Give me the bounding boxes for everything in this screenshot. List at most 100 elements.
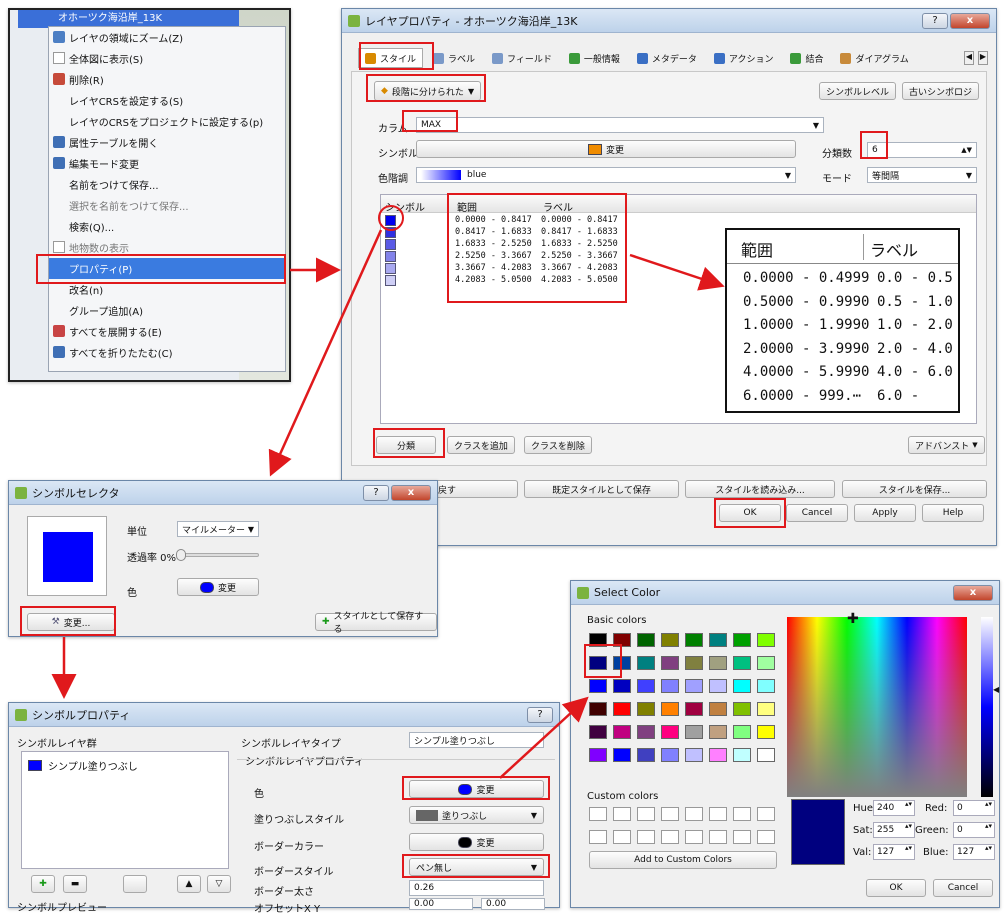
tab-scroll-left-icon[interactable]: ◀ — [964, 51, 974, 65]
basic-color-cell[interactable] — [637, 656, 655, 670]
column-select[interactable]: MAX ▼ — [416, 117, 824, 133]
menu-item[interactable]: グループ追加(A) — [49, 300, 285, 321]
custom-color-cell[interactable] — [613, 807, 631, 821]
custom-color-cell[interactable] — [733, 807, 751, 821]
basic-color-cell[interactable] — [685, 748, 703, 762]
basic-color-cell[interactable] — [685, 725, 703, 739]
basic-color-cell[interactable] — [709, 725, 727, 739]
add-custom-colors-button[interactable]: Add to Custom Colors — [589, 851, 777, 869]
custom-color-cell[interactable] — [709, 830, 727, 844]
tab-metadata[interactable]: メタデータ — [630, 48, 704, 68]
classes-spinbox[interactable]: 6 ▲▼ — [867, 142, 977, 158]
close-button[interactable]: x — [953, 584, 993, 601]
green-spinbox[interactable]: 0 — [953, 822, 995, 838]
help-title-button[interactable]: ? — [527, 706, 553, 723]
lock-layer-button[interactable] — [123, 875, 147, 893]
custom-color-cell[interactable] — [637, 807, 655, 821]
menu-item[interactable]: レイヤCRSを設定する(S) — [49, 90, 285, 111]
tab-field[interactable]: フィールド — [485, 48, 559, 68]
tab-general[interactable]: 一般情報 — [562, 48, 627, 68]
delete-class-button[interactable]: クラスを削除 — [524, 436, 592, 454]
basic-color-cell[interactable] — [637, 633, 655, 647]
classify-button[interactable]: 分類 — [376, 436, 436, 454]
menu-item[interactable]: すべてを展開する(E) — [49, 321, 285, 342]
basic-color-cell[interactable] — [733, 702, 751, 716]
ok-button[interactable]: OK — [719, 504, 781, 522]
tab-style[interactable]: スタイル — [358, 48, 424, 68]
help-button[interactable]: Help — [922, 504, 984, 522]
value-slider[interactable] — [981, 617, 993, 797]
symbol-layer-item[interactable]: シンプル塗りつぶし — [28, 758, 138, 773]
save-style-button[interactable]: スタイルを保存... — [842, 480, 987, 498]
basic-color-cell[interactable] — [757, 679, 775, 693]
menu-item[interactable]: 名前をつけて保存... — [49, 174, 285, 195]
class-symbol-swatch[interactable] — [385, 275, 396, 286]
custom-color-cell[interactable] — [685, 830, 703, 844]
tab-diagram[interactable]: ダイアグラム — [833, 48, 915, 68]
basic-color-cell[interactable] — [637, 702, 655, 716]
basic-color-cell[interactable] — [589, 725, 607, 739]
basic-color-cell[interactable] — [709, 702, 727, 716]
menu-item[interactable]: 検索(Q)... — [49, 216, 285, 237]
move-up-button[interactable]: ▲ — [177, 875, 201, 893]
basic-color-cell[interactable] — [613, 702, 631, 716]
basic-color-cell[interactable] — [613, 633, 631, 647]
custom-color-cell[interactable] — [589, 807, 607, 821]
custom-color-cell[interactable] — [637, 830, 655, 844]
save-default-button[interactable]: 既定スタイルとして保存 — [524, 480, 679, 498]
fill-color-button[interactable]: 変更 — [409, 780, 544, 798]
load-style-button[interactable]: スタイルを読み込み... — [685, 480, 835, 498]
red-spinbox[interactable]: 0 — [953, 800, 995, 816]
menu-item[interactable]: すべてを折りたたむ(C) — [49, 342, 285, 363]
border-color-button[interactable]: 変更 — [409, 833, 544, 851]
tab-label[interactable]: ラベル — [426, 48, 482, 68]
basic-color-cell[interactable] — [733, 725, 751, 739]
basic-color-cell[interactable] — [733, 633, 751, 647]
color-cancel-button[interactable]: Cancel — [933, 879, 993, 897]
basic-color-cell[interactable] — [661, 679, 679, 693]
offset-x-spinbox[interactable]: 0.00 — [409, 898, 473, 910]
custom-color-cell[interactable] — [661, 830, 679, 844]
basic-color-cell[interactable] — [709, 748, 727, 762]
move-down-button[interactable]: ▽ — [207, 875, 231, 893]
menu-item[interactable]: 削除(R) — [49, 69, 285, 90]
basic-color-cell[interactable] — [637, 725, 655, 739]
menu-item[interactable]: プロパティ(P) — [49, 258, 285, 279]
basic-color-cell[interactable] — [661, 633, 679, 647]
basic-color-cell[interactable] — [589, 748, 607, 762]
apply-button[interactable]: Apply — [854, 504, 916, 522]
unit-select[interactable]: マイルメーター ▼ — [177, 521, 259, 537]
basic-color-cell[interactable] — [589, 656, 607, 670]
close-button[interactable]: x — [950, 12, 990, 29]
help-title-button[interactable]: ? — [922, 12, 948, 29]
basic-color-cell[interactable] — [757, 656, 775, 670]
basic-color-cell[interactable] — [685, 679, 703, 693]
advanced-button[interactable]: アドバンスト ▼ — [908, 436, 985, 454]
blue-spinbox[interactable]: 127 — [953, 844, 995, 860]
basic-color-cell[interactable] — [709, 633, 727, 647]
help-title-button[interactable]: ? — [363, 484, 389, 501]
class-symbol-swatch[interactable] — [385, 215, 396, 226]
hue-spinbox[interactable]: 240 — [873, 800, 915, 816]
menu-item[interactable]: 全体図に表示(S) — [49, 48, 285, 69]
renderer-select[interactable]: ◆ 段階に分けられた ▼ — [374, 81, 482, 101]
add-layer-button[interactable]: ✚ — [31, 875, 55, 893]
basic-color-cell[interactable] — [685, 633, 703, 647]
menu-item[interactable]: 編集モード変更 — [49, 153, 285, 174]
save-as-style-button[interactable]: ✚ スタイルとして保存する — [315, 612, 437, 635]
border-width-spinbox[interactable]: 0.26 — [409, 880, 544, 896]
basic-color-cell[interactable] — [637, 679, 655, 693]
basic-color-cell[interactable] — [613, 679, 631, 693]
basic-color-cell[interactable] — [757, 633, 775, 647]
layer-type-select[interactable]: シンプル塗りつぶし — [409, 732, 544, 748]
basic-color-cell[interactable] — [733, 748, 751, 762]
basic-color-cell[interactable] — [661, 748, 679, 762]
remove-layer-button[interactable]: ▬ — [63, 875, 87, 893]
basic-color-cell[interactable] — [709, 656, 727, 670]
basic-color-cell[interactable] — [685, 702, 703, 716]
basic-color-cell[interactable] — [733, 656, 751, 670]
class-symbol-swatch[interactable] — [385, 227, 396, 238]
basic-color-cell[interactable] — [661, 656, 679, 670]
class-symbol-swatch[interactable] — [385, 263, 396, 274]
cancel-button[interactable]: Cancel — [786, 504, 848, 522]
